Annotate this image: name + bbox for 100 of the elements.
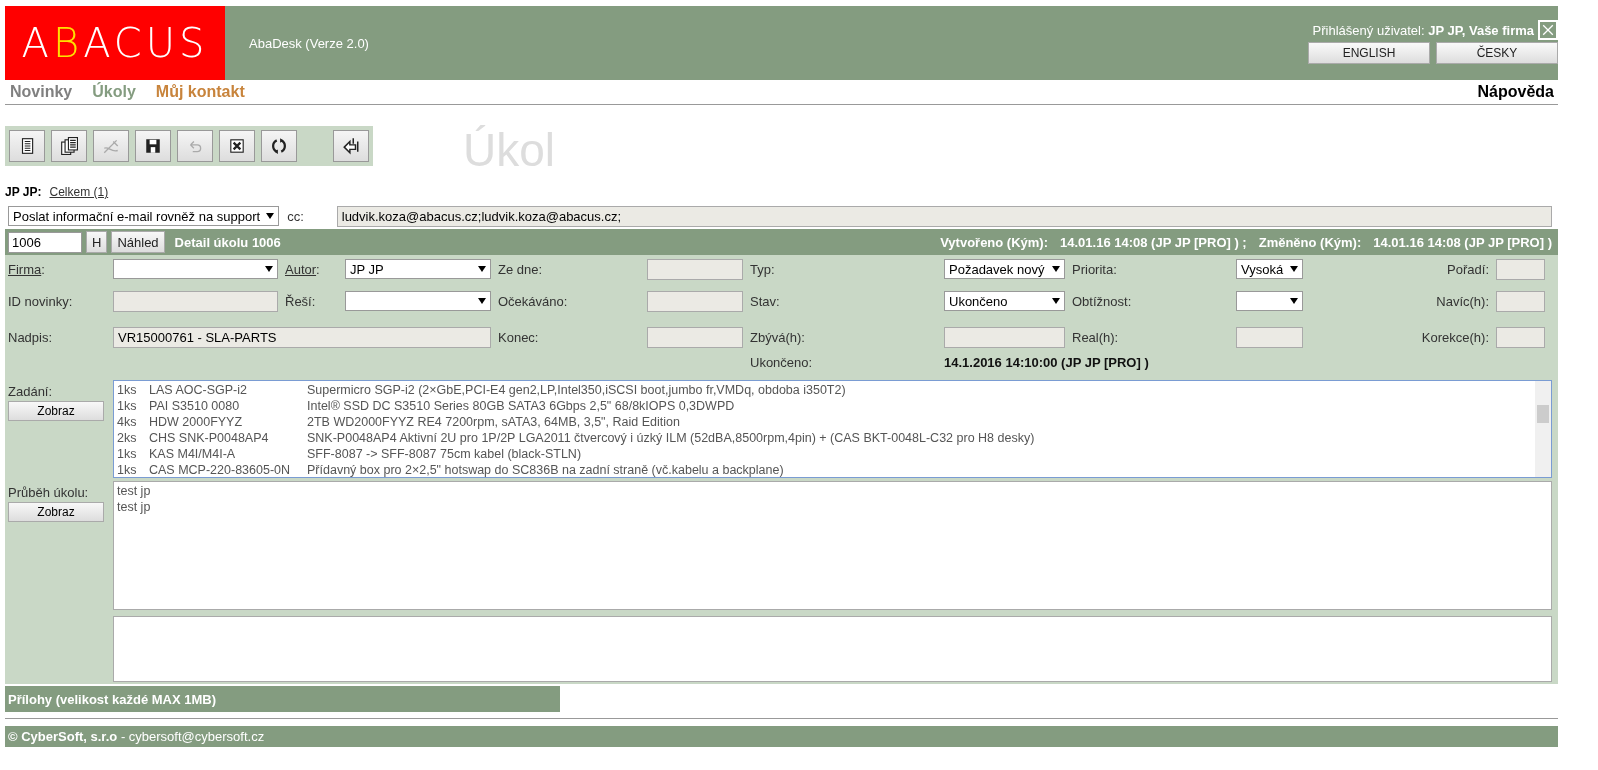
input-field[interactable] <box>1496 326 1545 348</box>
show-button[interactable]: Zobraz <box>8 502 104 522</box>
field-label: Nadpis: <box>8 329 53 345</box>
item-description: Supermicro SGP-i2 (2×GbE,PCI-E4 gen2,LP,Intel350,iSCSI boot,jumbo fr,VMDq, obdoba i350T2) <box>307 382 846 398</box>
close-icon <box>228 137 246 155</box>
field-label: Očekáváno: <box>498 293 568 309</box>
dropdown[interactable]: JP JP <box>345 259 491 279</box>
field-label: Navíc(h): <box>1436 293 1489 309</box>
dropdown-caret-icon <box>1052 266 1060 272</box>
field-label: Ukončeno: <box>750 355 813 370</box>
attachments-bar: Přílohy (velikost každé MAX 1MB) <box>5 686 560 712</box>
toolbar-button[interactable] <box>51 130 87 162</box>
dropdown[interactable]: Vysoká <box>1236 259 1303 279</box>
input-field[interactable] <box>647 258 743 280</box>
owner-name: JP JP: <box>5 185 42 199</box>
assignment-textarea[interactable] <box>113 380 1552 478</box>
quantity-text: 2ks <box>117 430 138 446</box>
dropdown-caret-icon <box>1290 298 1298 304</box>
changed-label: Změněno (Kým): <box>1258 234 1362 250</box>
dropdown-caret-icon <box>266 213 275 219</box>
help-link[interactable]: Nápověda <box>1477 83 1558 101</box>
field-label: Typ: <box>750 261 775 277</box>
item-description: Intel® SSD DC S3510 Series 80GB SATA3 6Gbps 2,5" 68/8kIOPS 0,3DWPD <box>307 398 735 414</box>
quantity-text: 1ks <box>117 398 138 414</box>
input-field[interactable] <box>647 290 743 312</box>
field-label: Korekce(h): <box>1421 329 1489 345</box>
input-field[interactable] <box>944 326 1065 348</box>
input-field[interactable] <box>1496 290 1545 312</box>
close-icon[interactable] <box>1538 20 1558 40</box>
floppy-icon <box>144 137 162 155</box>
documents-icon <box>60 137 78 155</box>
bar-button[interactable]: H <box>86 231 108 253</box>
dropdown-caret-icon <box>265 266 273 272</box>
refresh-icon <box>270 137 288 155</box>
colon-text: : <box>41 261 45 277</box>
app-title: AbaDesk (Verze 2.0) <box>248 35 370 51</box>
toolbar-button[interactable] <box>135 130 171 162</box>
nav-link[interactable]: Novinky <box>10 83 73 101</box>
detail-title: Detail úkolu 1006 <box>174 234 281 250</box>
section-label: Zadání: <box>8 384 53 399</box>
progress-textarea[interactable]: test jp test jp <box>113 481 1552 610</box>
email-dropdown[interactable]: Poslat informační e-mail rovněž na support <box>8 206 280 226</box>
item-description: Přídavný box pro 2×2,5" hotswap do SC836B na zadní straně (vč.kabelu a backplane) <box>307 462 784 477</box>
input-field[interactable] <box>1236 326 1303 348</box>
created-label: Vytvořeno (Kým): <box>940 234 1049 250</box>
dropdown-caret-icon <box>1052 298 1060 304</box>
language-button[interactable]: ČESKY <box>1436 42 1558 64</box>
item-description: SNK-P0048AP4 Aktivní 2U pro 1P/2P LGA2011 čtvercový i úzký ILM (52dBA,8500rpm,4pin) + (CAS BKT-0048L-C32 pro H8 desky) <box>307 430 1035 446</box>
quantity-text: 4ks <box>117 414 138 430</box>
created-value: 14.01.16 14:08 (JP JP [PRO] ) ; <box>1060 234 1247 250</box>
input-field[interactable] <box>113 290 278 312</box>
dropdown[interactable] <box>1236 291 1303 311</box>
scrollbar[interactable] <box>1535 381 1551 477</box>
dropdown-caret-icon <box>478 266 486 272</box>
cc-label: cc: <box>287 208 304 224</box>
item-code: PAI S3510 0080 <box>149 398 241 414</box>
item-code: LAS AOC-SGP-i2 <box>149 382 248 398</box>
field-label: Řeší: <box>285 293 316 309</box>
field-label: Zbývá(h): <box>750 329 805 345</box>
cc-field[interactable]: ludvik.koza@abacus.cz;ludvik.koza@abacus.cz; <box>336 205 1552 227</box>
logo: A BACUS <box>5 6 225 80</box>
toolbar-button[interactable] <box>333 130 369 162</box>
changed-value: 14.01.16 14:08 (JP JP [PRO] ) <box>1373 234 1552 250</box>
toolbar-button[interactable] <box>261 130 297 162</box>
colon-text: : <box>316 261 320 277</box>
item-code: HDW 2000FYYZ <box>149 414 244 430</box>
field-label: Obtížnost: <box>1072 293 1132 309</box>
exit-icon <box>342 137 360 155</box>
show-button[interactable]: Zobraz <box>8 401 104 421</box>
input-field[interactable] <box>647 326 743 348</box>
field-label: Konec: <box>498 329 539 345</box>
bar-button[interactable]: Náhled <box>111 231 165 253</box>
item-description: SFF-8087 -> SFF-8087 75cm kabel (black-STLN) <box>307 446 582 462</box>
language-button[interactable]: ENGLISH <box>1308 42 1430 64</box>
item-code: CAS MCP-220-83605-0N <box>149 462 292 477</box>
quantity-text: 1ks <box>117 382 138 398</box>
toolbar-button[interactable] <box>9 130 45 162</box>
footer-text: © CyberSoft, s.r.o - cybersoft@cybersoft.cz <box>8 729 265 744</box>
field-label: Priorita: <box>1072 261 1117 277</box>
field-label: ID novinky: <box>8 293 73 309</box>
input-field[interactable]: VR15000761 - SLA-PARTS <box>113 326 491 348</box>
field-label: Pořadí: <box>1447 261 1489 277</box>
field-value: 14.1.2016 14:10:00 (JP JP [PRO] ) <box>944 355 1149 370</box>
dropdown[interactable]: Požadavek nový <box>944 259 1065 279</box>
dropdown[interactable] <box>113 259 278 279</box>
quantity-text: 1ks <box>117 462 138 477</box>
quantity-text: 1ks <box>117 446 138 462</box>
dropdown[interactable]: Ukončeno <box>944 291 1065 311</box>
comment-textarea[interactable] <box>113 616 1552 682</box>
logged-user: Přihlášený uživatel: JP JP, Vaše firma <box>1312 22 1534 38</box>
toolbar-button[interactable] <box>219 130 255 162</box>
field-label: Stav: <box>750 293 780 309</box>
field-label: Ze dne: <box>498 261 543 277</box>
dropdown-caret-icon <box>1290 266 1298 272</box>
section-label: Průběh úkolu: <box>8 485 89 500</box>
dropdown-caret-icon <box>478 298 486 304</box>
input-field[interactable] <box>1496 258 1545 280</box>
dropdown[interactable] <box>345 291 491 311</box>
task-number-field[interactable]: 1006 <box>8 231 82 253</box>
total-link[interactable]: Celkem (1) <box>49 185 109 199</box>
